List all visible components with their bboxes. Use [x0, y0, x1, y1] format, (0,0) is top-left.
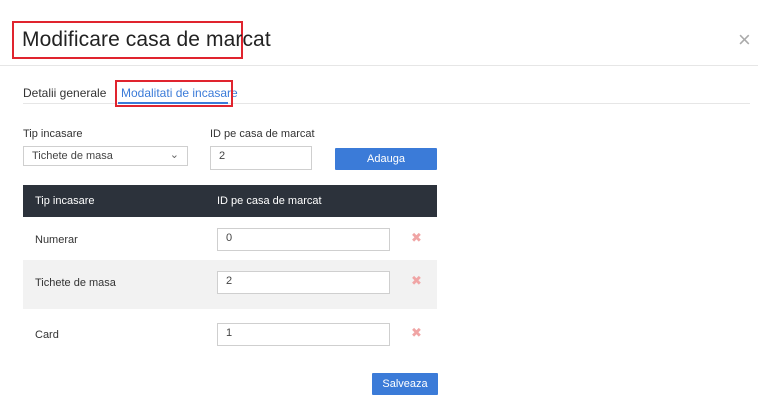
delete-icon[interactable]: ✖ [411, 273, 422, 289]
row-name: Tichete de masa [35, 277, 116, 289]
table-row: Tichete de masa 2 ✖ [23, 260, 437, 309]
row-id-input[interactable]: 1 [217, 323, 390, 346]
tip-incasare-selected-value: Tichete de masa [32, 150, 113, 162]
row-id-input[interactable]: 0 [217, 228, 390, 251]
row-name: Card [35, 329, 59, 341]
table-row: Numerar 0 ✖ [23, 217, 437, 266]
header-divider [0, 65, 758, 66]
delete-icon[interactable]: ✖ [411, 325, 422, 341]
chevron-down-icon: ⌄ [169, 149, 179, 161]
column-header-id: ID pe casa de marcat [217, 195, 322, 207]
close-icon[interactable]: × [738, 29, 751, 51]
tab-detalii-generale[interactable]: Detalii generale [23, 86, 106, 100]
tip-incasare-select[interactable]: Tichete de masa ⌄ [23, 146, 188, 166]
tip-incasare-label: Tip incasare [23, 128, 83, 140]
table-header: Tip incasare ID pe casa de marcat [23, 185, 437, 217]
column-header-tip: Tip incasare [35, 195, 95, 207]
table-row: Card 1 ✖ [23, 312, 437, 361]
row-name: Numerar [35, 234, 78, 246]
add-button[interactable]: Adauga [335, 148, 437, 170]
id-casa-input[interactable]: 2 [210, 146, 312, 170]
id-casa-label: ID pe casa de marcat [210, 128, 315, 140]
row-id-input[interactable]: 2 [217, 271, 390, 294]
tab-highlight-box [115, 80, 233, 107]
dialog-title: Modificare casa de marcat [22, 28, 271, 51]
save-button[interactable]: Salveaza [372, 373, 438, 395]
delete-icon[interactable]: ✖ [411, 230, 422, 246]
